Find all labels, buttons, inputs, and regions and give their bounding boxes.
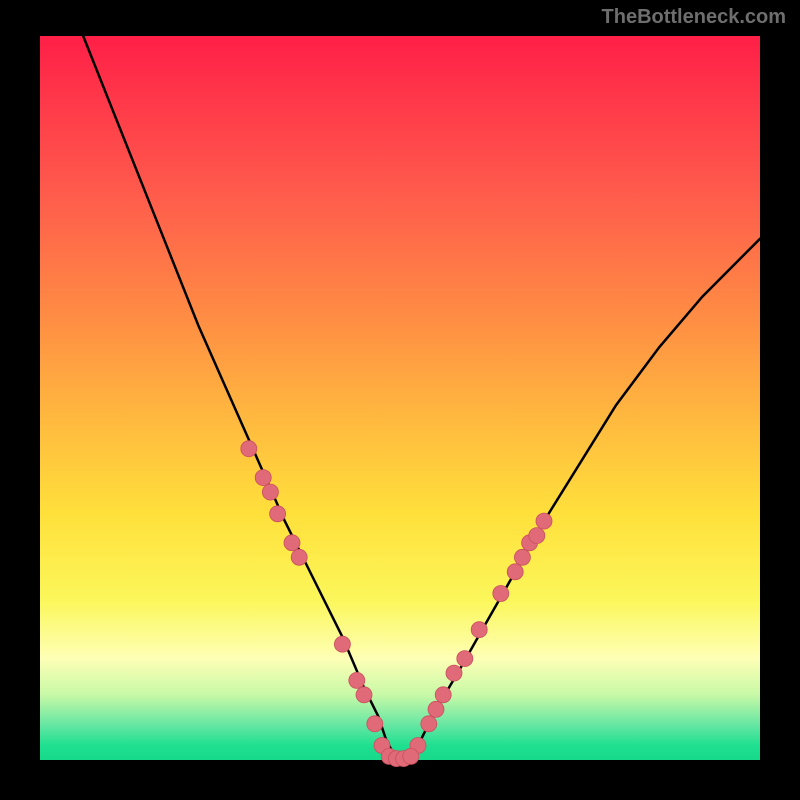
data-marker [536, 513, 552, 529]
data-marker [255, 470, 271, 486]
data-marker [471, 622, 487, 638]
data-marker [356, 687, 372, 703]
data-marker [262, 484, 278, 500]
data-marker [529, 528, 545, 544]
data-marker [291, 549, 307, 565]
data-marker [435, 687, 451, 703]
data-marker [270, 506, 286, 522]
data-marker [428, 701, 444, 717]
data-marker [514, 549, 530, 565]
data-marker [367, 716, 383, 732]
data-marker [493, 586, 509, 602]
data-marker [334, 636, 350, 652]
data-marker [457, 651, 473, 667]
data-marker [421, 716, 437, 732]
chart-frame: TheBottleneck.com [0, 0, 800, 800]
data-marker [284, 535, 300, 551]
data-marker [446, 665, 462, 681]
data-marker [349, 672, 365, 688]
data-marker [241, 441, 257, 457]
data-marker [507, 564, 523, 580]
plot-area [40, 36, 760, 760]
data-marker [403, 748, 419, 764]
watermark: TheBottleneck.com [602, 6, 786, 29]
bottleneck-curve [40, 36, 760, 760]
